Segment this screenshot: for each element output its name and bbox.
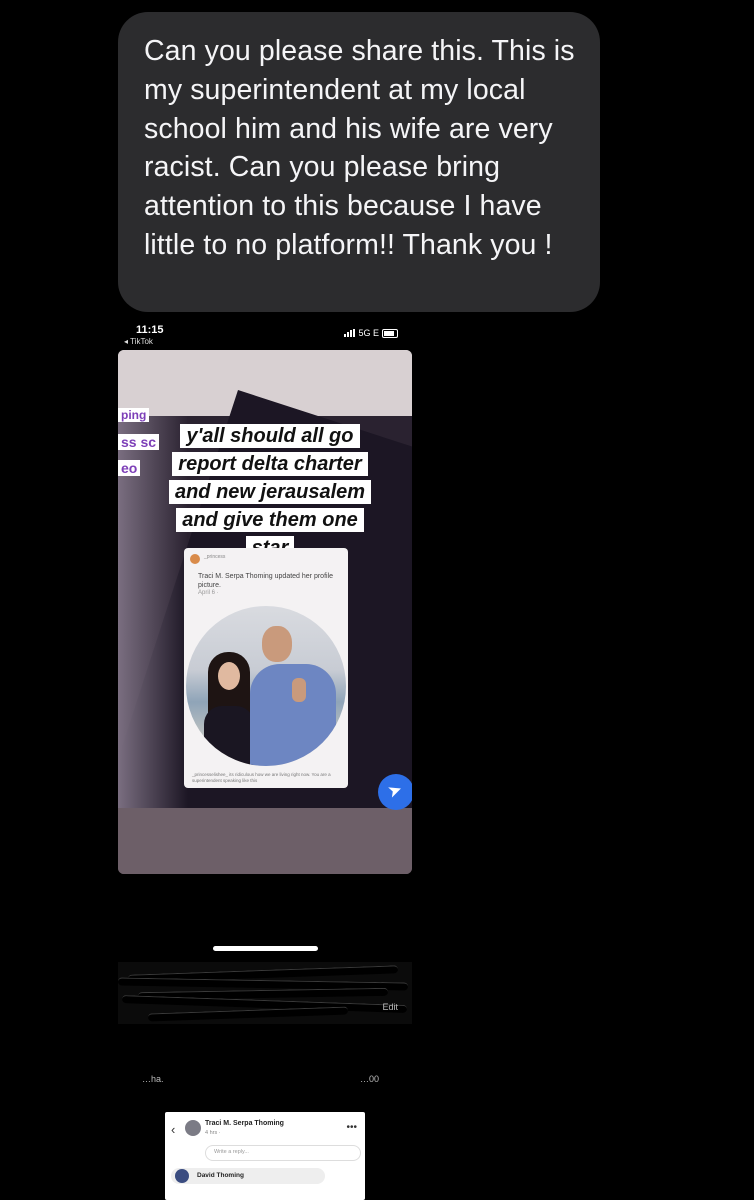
post-title: Traci M. Serpa Thoming updated her profi… [198, 573, 334, 589]
post-comment: _princesselishee_ its ridiculous how we … [192, 772, 331, 783]
ghost-text: …ha. [142, 1074, 164, 1084]
snippet-name: Traci M. Serpa Thoming [205, 1120, 284, 1127]
attachment-image[interactable]: ping ss sc eo y'all should all go report… [118, 350, 412, 874]
caption-line: report delta charter [172, 452, 368, 476]
back-to-tiktok-link: ◂ TikTok [124, 337, 153, 346]
ghost-text: …00 [360, 1074, 380, 1084]
facebook-post-screenshot: _princess Traci M. Serpa Thoming updated… [184, 548, 348, 788]
caption-line: y'all should all go [180, 424, 360, 448]
snippet-time: 4 hrs · [205, 1130, 221, 1136]
message-text: Can you please share this. This is my su… [144, 35, 575, 261]
home-indicator [213, 946, 318, 951]
status-indicators: 5G E [344, 328, 398, 338]
avatar [185, 1120, 201, 1136]
reply-placeholder: Write a reply... [214, 1149, 249, 1155]
network-label: 5G E [358, 328, 379, 338]
status-time: 11:15 [136, 324, 164, 336]
commenter-name: David Thoming [197, 1172, 244, 1179]
profile-photo [186, 606, 346, 766]
story-caption: y'all should all go report delta charter… [140, 422, 400, 562]
reply-field: Write a reply... [205, 1145, 361, 1161]
facebook-comment-screenshot: ‹ Traci M. Serpa Thoming 4 hrs · ••• Wri… [165, 1112, 365, 1200]
caption-line: and new jerausalem [168, 480, 372, 504]
edit-label: Edit [382, 1002, 398, 1012]
post-username: _princess [204, 554, 226, 560]
battery-icon [382, 328, 398, 338]
avatar [175, 1169, 189, 1183]
send-icon: ➤ [385, 779, 405, 802]
redacted-area: Edit [118, 962, 412, 1024]
send-button[interactable]: ➤ [378, 774, 412, 810]
comment-bubble: David Thoming [171, 1168, 325, 1184]
signal-icon [344, 329, 356, 337]
caption-line: and give them one [176, 508, 364, 532]
back-chevron-icon: ‹ [171, 1122, 176, 1137]
partial-text: eo [118, 460, 141, 476]
post-date: April 6 · [198, 590, 223, 596]
message-bubble[interactable]: Can you please share this. This is my su… [118, 12, 600, 312]
attachment-status-bar: 11:15 ◂ TikTok 5G E [118, 322, 412, 350]
avatar [190, 554, 200, 564]
more-icon: ••• [346, 1122, 357, 1133]
partial-text: ping [118, 408, 150, 422]
